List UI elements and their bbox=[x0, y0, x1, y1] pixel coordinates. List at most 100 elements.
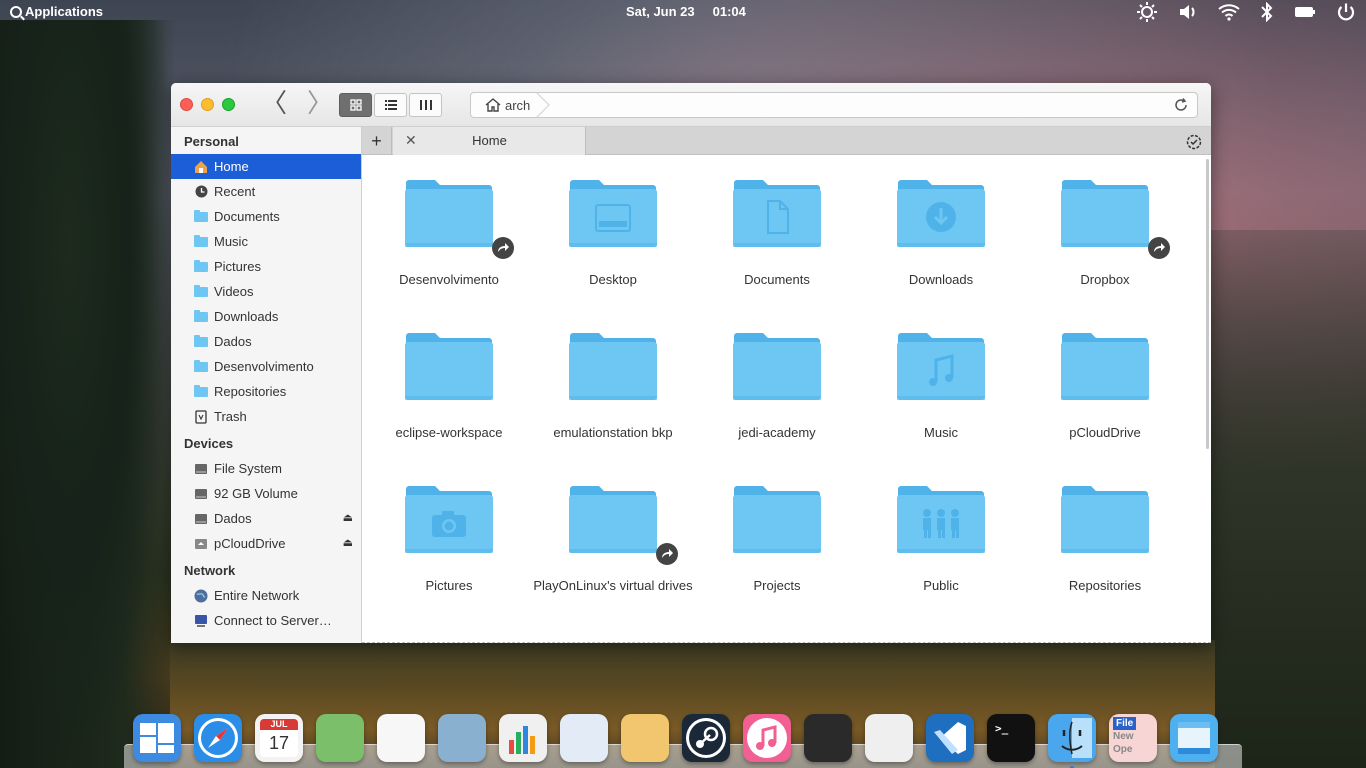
sidebar-item-documents[interactable]: Documents bbox=[171, 204, 361, 229]
sidebar-item-connect-to-server[interactable]: Connect to Server… bbox=[171, 608, 361, 633]
minimize-button[interactable] bbox=[201, 98, 214, 111]
folder-item[interactable]: PlayOnLinux's virtual drives bbox=[531, 483, 695, 594]
folder-icon bbox=[194, 209, 208, 224]
new-tab-button[interactable]: + bbox=[362, 127, 392, 155]
sidebar-item-label: 92 GB Volume bbox=[214, 486, 298, 501]
dock-charts-icon[interactable] bbox=[499, 714, 547, 762]
maximize-button[interactable] bbox=[222, 98, 235, 111]
dock-image-viewer-icon[interactable] bbox=[438, 714, 486, 762]
folder-icon bbox=[1060, 483, 1150, 555]
window-titlebar[interactable]: 〈 〉 arch bbox=[171, 83, 1211, 127]
folder-label: Desktop bbox=[589, 272, 637, 287]
folder-item[interactable]: Repositories bbox=[1023, 483, 1187, 594]
folder-icon bbox=[194, 334, 208, 349]
globe-icon bbox=[194, 589, 208, 603]
sidebar-item-label: Desenvolvimento bbox=[214, 359, 314, 374]
sidebar-item-videos[interactable]: Videos bbox=[171, 279, 361, 304]
folder-label: Documents bbox=[744, 272, 810, 287]
folder-icon bbox=[732, 483, 822, 555]
folder-item[interactable]: Music bbox=[859, 330, 1023, 441]
folder-item[interactable]: Documents bbox=[695, 177, 859, 288]
eject-icon[interactable]: ⏏ bbox=[343, 506, 353, 531]
location-bar[interactable]: arch bbox=[470, 92, 1198, 118]
sidebar-item-downloads[interactable]: Downloads bbox=[171, 304, 361, 329]
sidebar-item-trash[interactable]: Trash bbox=[171, 404, 361, 429]
tab-history-icon[interactable] bbox=[1185, 132, 1203, 155]
tab-bar: + ✕ Home bbox=[362, 127, 1211, 155]
folder-item[interactable]: eclipse-workspace bbox=[367, 330, 531, 441]
sidebar-item-music[interactable]: Music bbox=[171, 229, 361, 254]
brightness-icon[interactable] bbox=[1136, 1, 1158, 23]
datetime-indicator[interactable]: Sat, Jun 23 01:04 bbox=[626, 4, 746, 19]
back-button[interactable]: 〈 bbox=[261, 91, 287, 117]
folder-item[interactable]: Downloads bbox=[859, 177, 1023, 288]
volume-icon[interactable] bbox=[1178, 2, 1198, 22]
folder-icon bbox=[194, 234, 208, 249]
sidebar-item-label: Connect to Server… bbox=[214, 613, 332, 628]
sidebar-item-label: Home bbox=[214, 159, 249, 174]
folder-item[interactable]: pCloudDrive bbox=[1023, 330, 1187, 441]
wifi-icon[interactable] bbox=[1218, 3, 1240, 21]
dock-file-roller-icon[interactable]: File New Ope bbox=[1109, 714, 1157, 762]
dock-steam-icon[interactable] bbox=[682, 714, 730, 762]
folder-label: emulationstation bkp bbox=[553, 425, 673, 440]
sidebar-item-home[interactable]: Home bbox=[171, 154, 361, 179]
view-mode-switcher bbox=[339, 93, 444, 117]
forward-button[interactable]: 〉 bbox=[307, 91, 333, 117]
sidebar-item-dados[interactable]: Dados bbox=[171, 329, 361, 354]
folder-label: pCloudDrive bbox=[1069, 425, 1141, 440]
dock-terminal-icon[interactable]: >_ bbox=[987, 714, 1035, 762]
dock-file-manager-icon[interactable] bbox=[1048, 714, 1096, 768]
dock-video-editor-icon[interactable] bbox=[804, 714, 852, 762]
folder-item[interactable]: Desenvolvimento bbox=[367, 177, 531, 288]
sidebar-section-devices: Devices bbox=[184, 436, 234, 451]
dock-multitasking-view-icon[interactable] bbox=[133, 714, 181, 762]
sidebar-item-file-system[interactable]: File System bbox=[171, 456, 361, 481]
eject-icon[interactable]: ⏏ bbox=[343, 531, 353, 556]
battery-icon[interactable] bbox=[1294, 5, 1316, 19]
sidebar-item-desenvolvimento[interactable]: Desenvolvimento bbox=[171, 354, 361, 379]
home-icon bbox=[485, 98, 501, 112]
folder-item[interactable]: Dropbox bbox=[1023, 177, 1187, 288]
column-view-button[interactable] bbox=[409, 93, 442, 117]
bluetooth-icon[interactable] bbox=[1260, 2, 1274, 22]
dock-music-player-icon[interactable] bbox=[743, 714, 791, 762]
folder-item[interactable]: Projects bbox=[695, 483, 859, 594]
dock-task-list-icon[interactable] bbox=[865, 714, 913, 762]
dock-maps-icon[interactable] bbox=[316, 714, 364, 762]
dock-reminders-icon[interactable] bbox=[377, 714, 425, 762]
applications-menu[interactable]: Applications bbox=[10, 4, 103, 19]
folder-item[interactable]: jedi-academy bbox=[695, 330, 859, 441]
folder-item[interactable]: Desktop bbox=[531, 177, 695, 288]
dock-presentation-icon[interactable] bbox=[560, 714, 608, 762]
sidebar-item-label: Downloads bbox=[214, 309, 279, 324]
sidebar-section-network: Network bbox=[184, 563, 236, 578]
dock-web-browser-icon[interactable] bbox=[194, 714, 242, 762]
dock-window-icon[interactable] bbox=[1170, 714, 1218, 762]
grid-view-button[interactable] bbox=[339, 93, 372, 117]
reload-icon[interactable] bbox=[1173, 97, 1189, 118]
folder-icon bbox=[896, 330, 986, 402]
folder-item[interactable]: emulationstation bkp bbox=[531, 330, 695, 441]
file-roller-label-1: File bbox=[1113, 717, 1137, 730]
icon-view[interactable]: Desenvolvimento Desktop Documents Downlo… bbox=[362, 155, 1211, 643]
scrollbar[interactable] bbox=[1206, 159, 1209, 449]
list-view-button[interactable] bbox=[374, 93, 407, 117]
close-button[interactable] bbox=[180, 98, 193, 111]
sidebar-item-92-gb-volume[interactable]: 92 GB Volume bbox=[171, 481, 361, 506]
sidebar-item-pclouddrive[interactable]: pCloudDrive ⏏ bbox=[171, 531, 361, 556]
sidebar-item-recent[interactable]: Recent bbox=[171, 179, 361, 204]
folder-item[interactable]: Pictures bbox=[367, 483, 531, 594]
tab-home[interactable]: ✕ Home bbox=[393, 127, 586, 155]
power-icon[interactable] bbox=[1336, 2, 1356, 22]
drive-icon bbox=[194, 462, 208, 476]
sidebar-item-dados[interactable]: Dados ⏏ bbox=[171, 506, 361, 531]
dock-text-editor-icon[interactable] bbox=[621, 714, 669, 762]
folder-item[interactable]: Public bbox=[859, 483, 1023, 594]
breadcrumb-home[interactable]: arch bbox=[471, 93, 542, 117]
sidebar-item-repositories[interactable]: Repositories bbox=[171, 379, 361, 404]
sidebar-item-entire-network[interactable]: Entire Network bbox=[171, 583, 361, 608]
dock-code-editor-icon[interactable] bbox=[926, 714, 974, 762]
sidebar-item-pictures[interactable]: Pictures bbox=[171, 254, 361, 279]
dock-calendar-icon[interactable]: JUL 17 bbox=[255, 714, 303, 762]
